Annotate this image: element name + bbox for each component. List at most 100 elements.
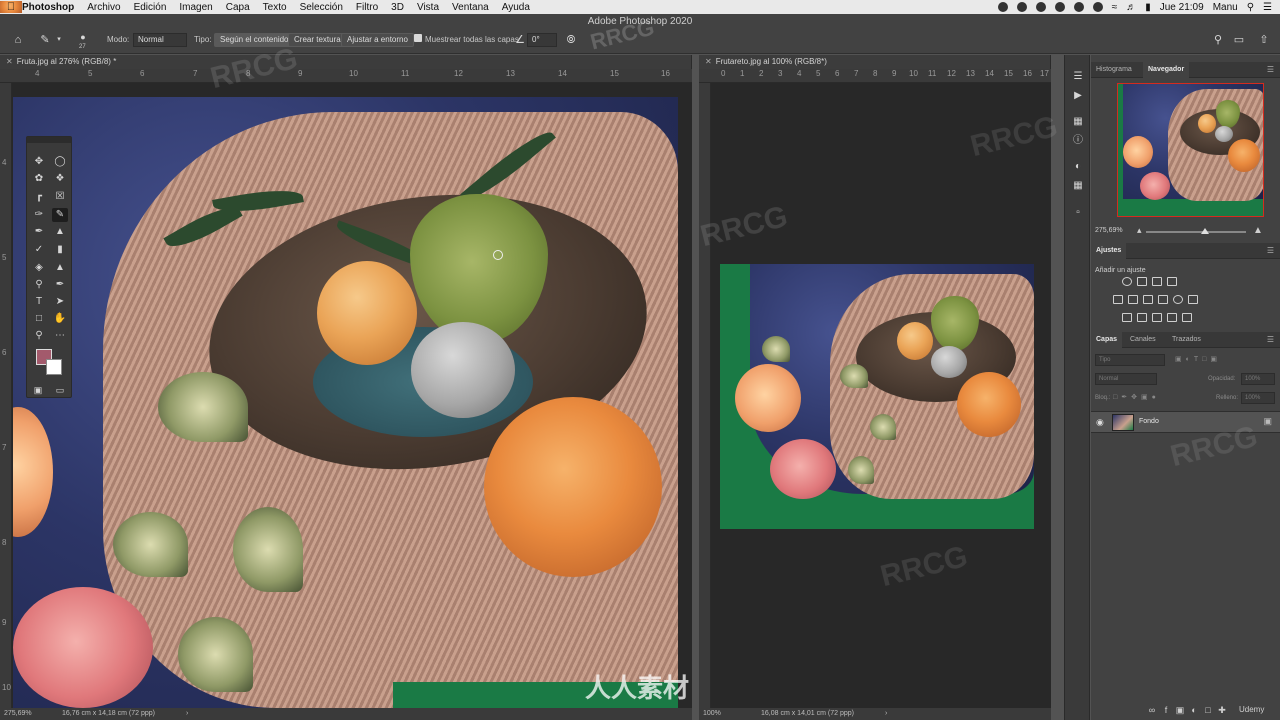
slider-knob[interactable] [1201,228,1209,234]
status-app-icon[interactable] [997,2,1008,12]
more-tools-icon[interactable]: ⋯ [52,329,68,343]
screen-mode-icon[interactable]: ▭ [52,383,68,397]
invert-adjust-icon[interactable] [1122,313,1132,322]
levels-adjust-icon[interactable] [1137,277,1147,286]
group-icon[interactable]: □ [1203,705,1213,715]
photo-filter-adjust-icon[interactable] [1158,295,1168,304]
brush-tool-icon[interactable]: ✒ [31,225,47,239]
toolbox-header[interactable] [27,137,71,143]
status-app-icon[interactable] [1035,2,1046,12]
fill-input[interactable]: 100% [1241,392,1275,404]
selective-color-adjust-icon[interactable] [1182,313,1192,322]
battery-icon[interactable]: ▮ [1145,2,1151,13]
tab-histograma[interactable]: Histograma [1091,62,1137,78]
adjustment-layer-icon[interactable]: ◐ [1189,705,1199,715]
swatches-icon[interactable]: ▦ [1071,180,1085,192]
quick-mask-icon[interactable]: ▣ [30,383,46,397]
threshold-adjust-icon[interactable] [1152,313,1162,322]
layer-filter-select[interactable]: Tipo [1095,354,1165,366]
navigator-zoom-slider[interactable] [1146,228,1246,234]
zoom-readout[interactable]: 100% [703,708,721,720]
eyedropper-tool-icon[interactable]: ✑ [31,208,47,222]
home-icon[interactable]: ⌂ [11,34,25,46]
new-layer-icon[interactable]: ✚ [1217,705,1227,715]
hand-tool-icon[interactable]: ✋ [52,312,68,326]
zoom-tool-icon[interactable]: ⚲ [31,329,47,343]
menu-vista[interactable]: Vista [417,2,439,13]
mode-select[interactable]: Normal [133,33,187,47]
visibility-eye-icon[interactable]: ◉ [1096,417,1104,428]
brightness-adjust-icon[interactable] [1122,277,1132,286]
blend-mode-select[interactable]: Normal [1095,373,1157,385]
layer-style-icon[interactable]: f [1161,705,1171,715]
gradient-map-adjust-icon[interactable] [1167,313,1177,322]
tab-navegador[interactable]: Navegador [1143,62,1190,78]
menu-ventana[interactable]: Ventana [452,2,489,13]
panel-menu-icon[interactable]: ☰ [1267,246,1274,255]
apple-icon[interactable]:  [0,1,22,13]
user-name[interactable]: Manu [1213,2,1238,13]
layer-filter-icons[interactable]: ▣◐T□▣ [1175,355,1221,363]
ruler-horizontal[interactable]: 0 1 2 3 4 5 6 7 8 9 10 11 12 13 14 15 16… [699,69,1051,83]
ruler-vertical[interactable] [699,83,711,708]
bw-adjust-icon[interactable] [1143,295,1153,304]
workspace-icon[interactable]: ▭ [1232,34,1246,46]
add-mask-icon[interactable]: ▣ [1175,705,1185,715]
history-brush-tool-icon[interactable]: ✓ [31,243,47,257]
vibrance-adjust-icon[interactable] [1182,277,1192,286]
menu-ayuda[interactable]: Ayuda [502,2,530,13]
search-icon[interactable]: ⚲ [1211,34,1225,46]
chevron-down-icon[interactable]: ▾ [52,34,66,46]
brush-size[interactable]: 27 [79,44,86,50]
clock[interactable]: Jue 21:09 [1160,2,1204,13]
tab-frutareto[interactable]: ✕ Frutareto.jpg al 100% (RGB/8*) [699,55,1051,69]
frame-tool-icon[interactable]: ☒ [52,190,68,204]
zoom-readout[interactable]: 275,69% [4,708,32,720]
patch-tool-icon[interactable]: ✎ [52,208,68,222]
zoom-out-icon[interactable]: ▴ [1137,225,1142,236]
stamp-tool-icon[interactable]: ▲ [52,225,68,239]
tab-fruta[interactable]: ✕ Fruta.jpg al 276% (RGB/8) * [0,55,692,69]
status-app-icon[interactable] [1092,2,1103,12]
curves-adjust-icon[interactable] [1152,277,1162,286]
status-app-icon[interactable] [1073,2,1084,12]
exposure-adjust-icon[interactable] [1167,277,1177,286]
panel-menu-icon[interactable]: ☰ [1267,65,1274,74]
lock-icons[interactable]: □✒✥▣● [1113,393,1160,401]
blur-tool-icon[interactable]: ▲ [52,261,68,275]
tab-ajustes[interactable]: Ajustes [1091,243,1127,259]
zoom-in-icon[interactable]: ▲ [1253,225,1263,236]
close-tab-icon[interactable]: ✕ [705,57,712,66]
navigator-thumbnail[interactable] [1117,83,1264,217]
pen-tool-icon[interactable]: ✒ [52,278,68,292]
history-icon[interactable]: ☰ [1071,71,1085,83]
libraries-icon[interactable]: ▫ [1071,207,1085,219]
ruler-horizontal[interactable]: 4 5 6 7 8 9 10 11 12 13 14 15 16 [0,69,692,83]
menu-imagen[interactable]: Imagen [179,2,212,13]
crop-tool-icon[interactable]: ┏ [31,190,47,204]
panel-menu-icon[interactable]: ☰ [1267,335,1274,344]
type-create-texture-button[interactable]: Crear textura [288,33,347,47]
type-tool-icon[interactable]: T [31,295,47,309]
brush-preset-icon[interactable]: ● [76,31,90,43]
chevron-right-icon[interactable]: › [885,708,887,720]
link-layers-icon[interactable]: ∞ [1147,705,1157,715]
hue-adjust-icon[interactable] [1113,295,1123,304]
menu-3d[interactable]: 3D [391,2,404,13]
patch-tool-icon[interactable]: ✎ [38,34,52,46]
dodge-tool-icon[interactable]: ⚲ [31,278,47,292]
properties-icon[interactable]: ▦ [1071,116,1085,128]
lock-icon[interactable]: ▣ [1263,416,1272,427]
tab-capas[interactable]: Capas [1091,332,1123,348]
menu-archivo[interactable]: Archivo [87,2,120,13]
menu-edicion[interactable]: Edición [134,2,167,13]
color-balance-adjust-icon[interactable] [1128,295,1138,304]
canvas-image-frutareto[interactable] [720,264,1034,529]
wifi-icon[interactable]: ≈ [1112,2,1118,13]
path-select-tool-icon[interactable]: ➤ [52,295,68,309]
color-lookup-adjust-icon[interactable] [1188,295,1198,304]
share-icon[interactable]: ⇧ [1257,34,1271,46]
eraser-tool-icon[interactable]: ▮ [52,243,68,257]
channel-mixer-adjust-icon[interactable] [1173,295,1183,304]
control-center-icon[interactable]: ☰ [1263,2,1272,13]
